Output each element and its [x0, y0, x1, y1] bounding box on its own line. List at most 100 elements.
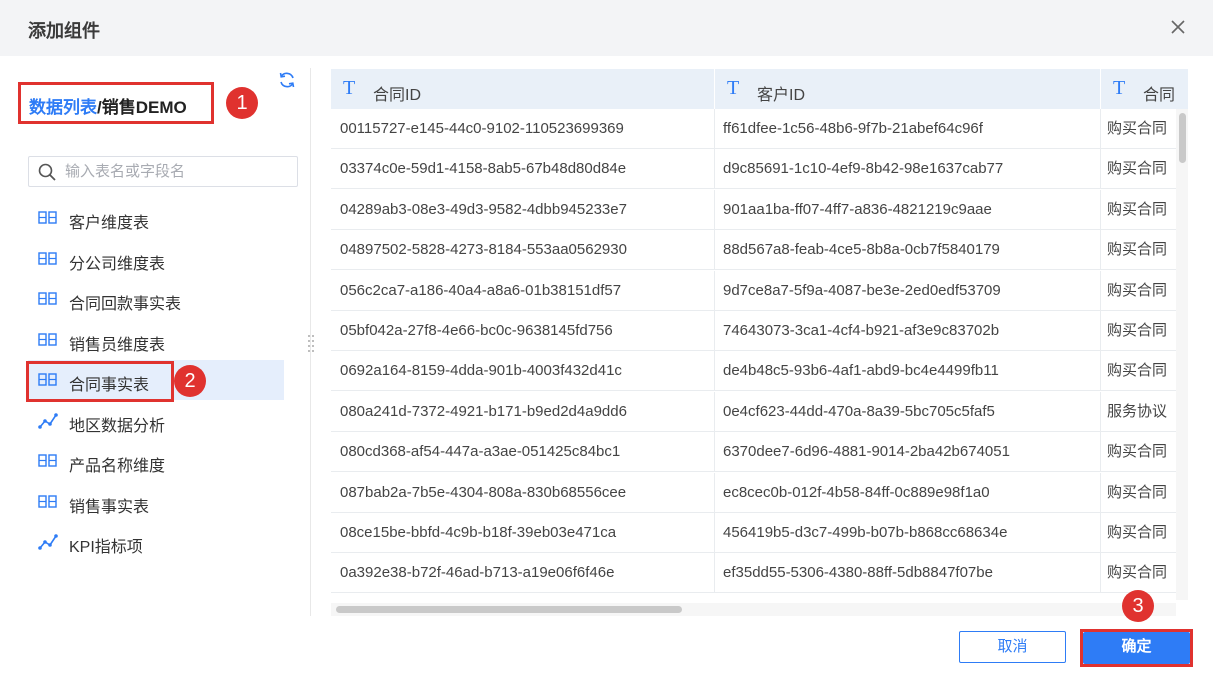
table-icon [38, 493, 58, 511]
breadcrumb-current: 销售DEMO [101, 98, 187, 117]
table-cell: 购买合同 [1101, 230, 1188, 270]
table-cell: 购买合同 [1101, 271, 1188, 311]
table-cell: 购买合同 [1101, 190, 1188, 230]
table-cell: 购买合同 [1101, 351, 1188, 391]
refresh-icon[interactable] [277, 70, 297, 90]
table-cell: ef35dd55-5306-4380-88ff-5db8847f07be [715, 553, 1101, 594]
table-icon [38, 452, 58, 470]
table-cell: 9d7ce8a7-5f9a-4087-be3e-2ed0edf53709 [715, 270, 1101, 311]
text-type-icon: T [1113, 77, 1126, 99]
table-cell: 04289ab3-08e3-49d3-9582-4dbb945233e7 [331, 189, 715, 230]
table-row: 08ce15be-bbfd-4c9b-b18f-39eb03e471ca 4564… [331, 513, 1188, 553]
table-row: 05bf042a-27f8-4e66-bc0c-9638145fd756 7464… [331, 311, 1188, 351]
table-cell: 0692a164-8159-4dda-901b-4003f432d41c [331, 351, 715, 392]
table-cell: 080cd368-af54-447a-a3ae-051425c84bc1 [331, 432, 715, 473]
column-header-label: 合同ID [373, 87, 422, 104]
analysis-icon [38, 412, 58, 430]
table-row: 080cd368-af54-447a-a3ae-051425c84bc1 6370… [331, 432, 1188, 473]
table-row: 0692a164-8159-4dda-901b-4003f432d41c de4b… [331, 351, 1188, 392]
table-header: T 合同ID T 客户ID T 合同 [331, 69, 1188, 109]
vertical-scrollbar[interactable] [1176, 109, 1188, 600]
table-cell: 购买合同 [1101, 553, 1188, 593]
breadcrumb-link-data-list[interactable]: 数据列表 [29, 98, 97, 117]
tree-item-label: 地区数据分析 [69, 417, 166, 435]
column-header[interactable]: T 合同ID [331, 69, 715, 109]
table-cell: 056c2ca7-a186-40a4-a8a6-01b38151df57 [331, 270, 715, 311]
table-icon [38, 209, 58, 227]
tree-item[interactable]: 客户维度表 [28, 198, 284, 238]
table-cell: 00115727-e145-44c0-9102-110523699369 [331, 109, 715, 149]
breadcrumb: 数据列表/销售DEMO [18, 82, 214, 124]
table-cell: 456419b5-d3c7-499b-b07b-b868cc68634e [715, 513, 1101, 553]
drag-handle-icon[interactable] [307, 333, 315, 353]
selected-item-highlight [26, 361, 174, 402]
text-type-icon: T [343, 77, 356, 99]
left-panel: 数据列表/销售DEMO 1 客户维度表分公司维度表合同回款事实表销售员维度表合同… [0, 56, 310, 616]
table-cell: ec8cec0b-012f-4b58-84ff-0c889e98f1a0 [715, 472, 1101, 513]
column-header[interactable]: T 合同 [1101, 69, 1188, 109]
column-header-label: 合同 [1143, 87, 1176, 104]
vertical-scrollbar-thumb[interactable] [1179, 113, 1186, 163]
tree-item[interactable]: 地区数据分析 [28, 401, 284, 441]
tree-item[interactable]: KPI指标项 [28, 522, 284, 562]
table-cell: de4b48c5-93b6-4af1-abd9-bc4e4499fb11 [715, 351, 1101, 392]
search-icon [38, 163, 56, 181]
table-cell: ff61dfee-1c56-48b6-9f7b-21abef64c96f [715, 109, 1101, 149]
table-cell: 6370dee7-6d96-4881-9014-2ba42b674051 [715, 432, 1101, 473]
text-type-icon: T [727, 77, 740, 99]
tree-item-label: 销售事实表 [69, 498, 150, 516]
table-row: 04289ab3-08e3-49d3-9582-4dbb945233e7 901a… [331, 189, 1188, 230]
table-cell: 74643073-3ca1-4cf4-b921-af3e9c83702b [715, 311, 1101, 351]
table-cell: 080a241d-7372-4921-b171-b9ed2d4a9dd6 [331, 391, 715, 432]
tree-item-label: 合同回款事实表 [69, 296, 182, 313]
table-cell: 购买合同 [1101, 149, 1188, 189]
table-cell: d9c85691-1c10-4ef9-8b42-98e1637cab77 [715, 149, 1101, 190]
tree-item[interactable]: 合同回款事实表 [28, 279, 284, 319]
step-badge-3: 3 [1122, 590, 1154, 622]
table-cell: 0a392e38-b72f-46ad-b713-a19e06f6f46e [331, 553, 715, 594]
table-cell: 03374c0e-59d1-4158-8ab5-67b48d80d84e [331, 149, 715, 190]
table-cell: 08ce15be-bbfd-4c9b-b18f-39eb03e471ca [331, 513, 715, 553]
ok-button[interactable]: 确定 [1083, 632, 1190, 664]
column-header[interactable]: T 客户ID [715, 69, 1101, 109]
table-row: 0a392e38-b72f-46ad-b713-a19e06f6f46e ef35… [331, 553, 1188, 594]
table-cell: 购买合同 [1101, 513, 1188, 553]
table-cell: 购买合同 [1101, 311, 1188, 351]
table-icon [38, 250, 58, 268]
tree-item-label: 分公司维度表 [69, 255, 166, 273]
table-cell: 购买合同 [1101, 109, 1188, 149]
table-row: 087bab2a-7b5e-4304-808a-830b68556cee ec8c… [331, 472, 1188, 513]
table-icon [38, 290, 58, 308]
tree-item-label: 客户维度表 [69, 215, 150, 232]
cancel-button[interactable]: 取消 [959, 631, 1066, 663]
table-cell: 05bf042a-27f8-4e66-bc0c-9638145fd756 [331, 311, 715, 351]
table-row: 080a241d-7372-4921-b171-b9ed2d4a9dd6 0e4c… [331, 391, 1188, 432]
table-cell: 087bab2a-7b5e-4304-808a-830b68556cee [331, 472, 715, 513]
tree-item[interactable]: 销售员维度表 [28, 320, 284, 360]
table-cell: 88d567a8-feab-4ce5-8b8a-0cb7f5840179 [715, 230, 1101, 271]
table-row: 03374c0e-59d1-4158-8ab5-67b48d80d84e d9c8… [331, 149, 1188, 190]
tree-item[interactable]: 分公司维度表 [28, 239, 284, 279]
table-row: 056c2ca7-a186-40a4-a8a6-01b38151df57 9d7c… [331, 270, 1188, 311]
table-cell: 04897502-5828-4273-8184-553aa0562930 [331, 230, 715, 271]
tree-item[interactable]: 销售事实表 [28, 482, 284, 522]
table-cell: 服务协议 [1101, 392, 1188, 432]
column-header-label: 客户ID [757, 87, 806, 104]
tree-item[interactable]: 产品名称维度 [28, 441, 284, 481]
table-cell: 购买合同 [1101, 473, 1188, 513]
search-box [28, 156, 298, 187]
data-preview-table: T 合同ID T 客户ID T 合同 00115727-e145-44c0-91… [331, 69, 1188, 616]
step-badge-2: 2 [174, 365, 206, 397]
table-row: 00115727-e145-44c0-9102-110523699369 ff61… [331, 109, 1188, 149]
table-cell: 购买合同 [1101, 432, 1188, 472]
search-input[interactable] [65, 160, 290, 183]
table-cell: 0e4cf623-44dd-470a-8a39-5bc705c5faf5 [715, 391, 1101, 432]
tree-item-label: 产品名称维度 [69, 458, 166, 475]
dialog-title: 添加组件 [28, 21, 100, 41]
table-row: 04897502-5828-4273-8184-553aa0562930 88d5… [331, 230, 1188, 271]
analysis-icon [38, 533, 58, 551]
close-icon[interactable] [1167, 16, 1189, 38]
dialog-header: 添加组件 [0, 0, 1213, 56]
tree-item-label: 销售员维度表 [69, 336, 166, 354]
horizontal-scrollbar-thumb[interactable] [336, 606, 682, 613]
